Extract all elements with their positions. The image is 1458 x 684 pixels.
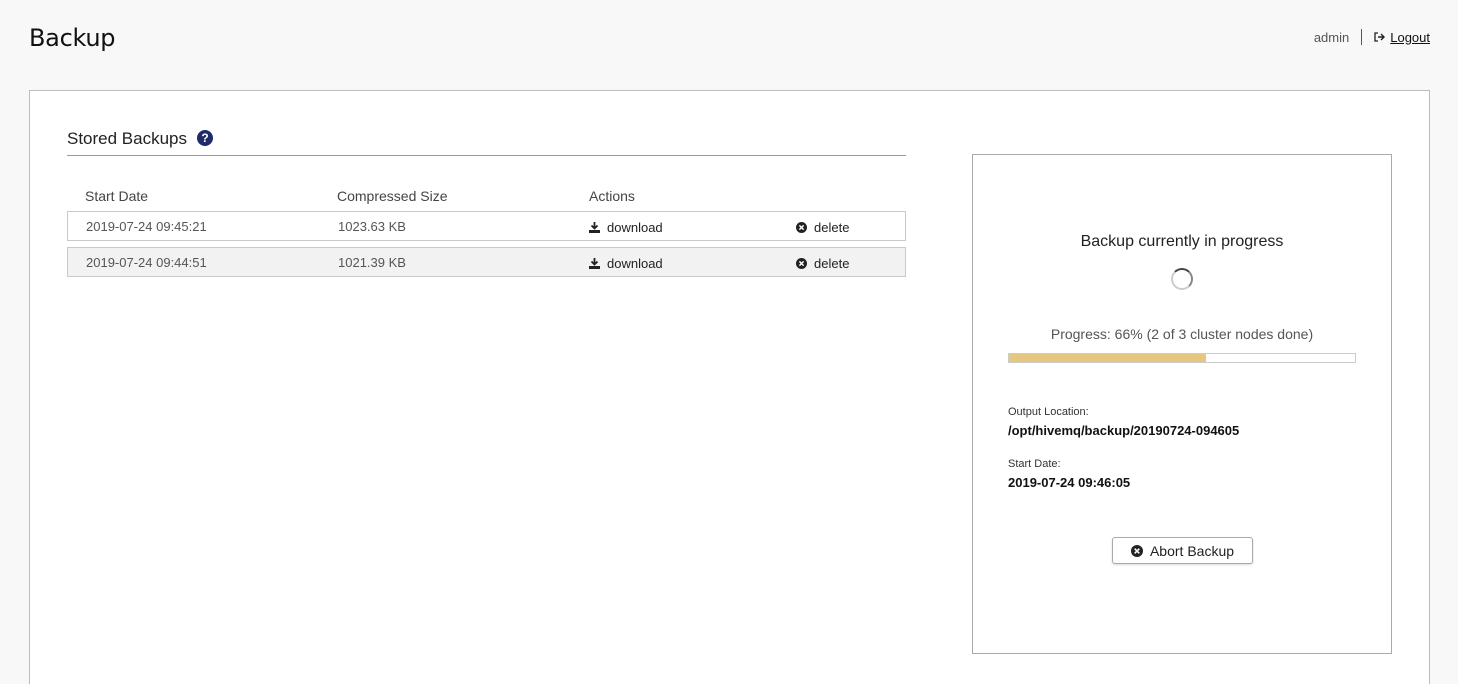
- start-date-label: Start Date:: [1008, 458, 1061, 470]
- backup-progress-panel: Backup currently in progress Progress: 6…: [972, 154, 1392, 654]
- delete-button[interactable]: delete: [796, 256, 849, 271]
- start-date-cell: 2019-07-24 09:45:21: [86, 219, 207, 234]
- page-title: Backup: [29, 24, 116, 52]
- table-row: 2019-07-24 09:44:51 1021.39 KB download …: [67, 247, 906, 277]
- size-cell: 1021.39 KB: [338, 255, 406, 270]
- table-row: 2019-07-24 09:45:21 1023.63 KB download …: [67, 211, 906, 241]
- progress-title: Backup currently in progress: [1080, 233, 1284, 250]
- download-icon: [589, 222, 600, 233]
- delete-icon: [796, 258, 807, 269]
- download-button[interactable]: download: [589, 256, 663, 271]
- stored-backups-title: Stored Backups: [67, 129, 188, 148]
- download-button[interactable]: download: [589, 220, 663, 235]
- main-panel: Stored Backups ? Start Date Compressed S…: [29, 90, 1430, 684]
- start-date-cell: 2019-07-24 09:44:51: [86, 255, 207, 270]
- delete-label: delete: [814, 220, 850, 235]
- progress-bar: [1008, 353, 1356, 363]
- download-icon: [589, 258, 600, 269]
- help-icon[interactable]: ?: [197, 130, 214, 146]
- download-label: download: [607, 220, 663, 235]
- stored-backups-header: Stored Backups ?: [67, 129, 906, 156]
- abort-backup-label: Abort Backup: [1149, 542, 1235, 559]
- delete-label: delete: [814, 256, 850, 271]
- divider: [1361, 29, 1363, 45]
- output-location-value: /opt/hivemq/backup/20190724-094605: [1008, 423, 1240, 438]
- logout-link[interactable]: Logout: [1374, 30, 1430, 45]
- start-date-value: 2019-07-24 09:46:05: [1008, 475, 1131, 490]
- delete-icon: [796, 222, 807, 233]
- abort-icon: [1130, 544, 1143, 557]
- column-header-start-date: Start Date: [85, 188, 149, 204]
- abort-backup-button[interactable]: Abort Backup: [1112, 537, 1253, 564]
- column-header-actions: Actions: [589, 188, 635, 204]
- username: admin: [1313, 29, 1350, 45]
- download-label: download: [607, 256, 663, 271]
- logout-label: Logout: [1390, 29, 1430, 45]
- delete-button[interactable]: delete: [796, 220, 849, 235]
- progress-text: Progress: 66% (2 of 3 cluster nodes done…: [1050, 326, 1314, 342]
- logout-icon: [1374, 32, 1386, 42]
- output-location-label: Output Location:: [1008, 406, 1089, 418]
- user-bar: admin Logout: [1314, 29, 1430, 45]
- column-header-compressed-size: Compressed Size: [337, 188, 448, 204]
- progress-bar-fill: [1009, 354, 1207, 362]
- loading-spinner-icon: [1171, 268, 1193, 290]
- size-cell: 1023.63 KB: [338, 219, 406, 234]
